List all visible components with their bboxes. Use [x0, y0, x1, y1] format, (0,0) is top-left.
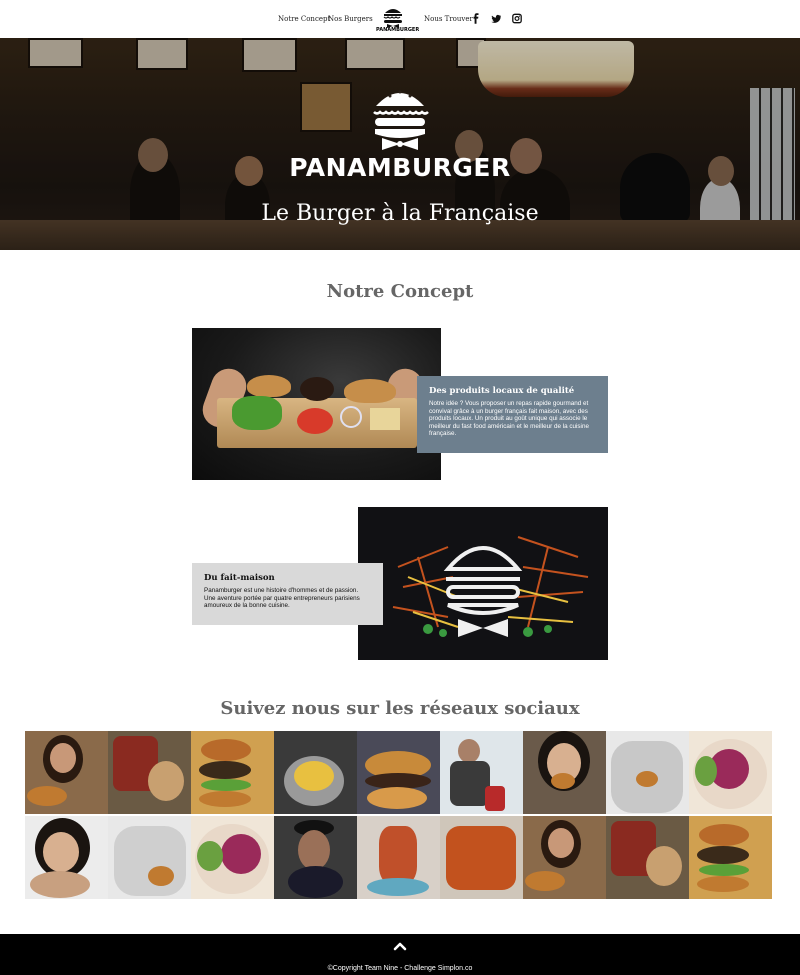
- social-photo-tile[interactable]: [108, 816, 191, 899]
- scroll-to-top-chevron-up-icon[interactable]: [393, 941, 407, 951]
- hero-banner: PANAMBURGER Le Burger à la Française: [0, 38, 800, 250]
- social-photo-tile[interactable]: [606, 816, 689, 899]
- social-photo-tile[interactable]: [606, 731, 689, 814]
- hero-brand-name: PANAMBURGER: [289, 153, 511, 182]
- nav-link-nous-trouver[interactable]: Nous Trouver: [424, 15, 473, 23]
- copyright-text: ©Copyright Team Nine - Challenge Simplon…: [327, 965, 473, 972]
- hero-tagline: Le Burger à la Française: [261, 201, 539, 226]
- social-photo-tile[interactable]: [440, 816, 523, 899]
- social-photo-tile[interactable]: [25, 731, 108, 814]
- facebook-icon[interactable]: [471, 13, 481, 24]
- concept-section-title: Notre Concept: [326, 281, 474, 302]
- concept-box-text: Panamburger est une histoire d'hommes et…: [204, 587, 360, 610]
- social-photo-tile[interactable]: [440, 731, 523, 814]
- concept-box-homemade: Du fait-maison Panamburger est une histo…: [192, 563, 383, 625]
- concept-box-text: Notre idée ? Vous proposer un repas rapi…: [429, 400, 589, 438]
- hero-burger-logo-icon: [373, 90, 429, 150]
- nav-logo-text: PANAMBURGER: [376, 27, 420, 33]
- local-products-photo: [192, 328, 441, 480]
- social-photo-tile[interactable]: [523, 816, 606, 899]
- social-photo-tile[interactable]: [191, 816, 274, 899]
- social-photo-tile[interactable]: [25, 816, 108, 899]
- instagram-photo-grid: [25, 731, 775, 899]
- top-navbar: Notre Concept Nos Burgers PANAMBURGER No…: [0, 0, 800, 38]
- concept-box-local-products: Des produits locaux de qualité Notre idé…: [417, 376, 608, 453]
- twitter-icon[interactable]: [491, 13, 501, 24]
- nav-link-nos-burgers[interactable]: Nos Burgers: [328, 15, 373, 23]
- social-photo-tile[interactable]: [689, 731, 772, 814]
- social-photo-tile[interactable]: [274, 816, 357, 899]
- social-photo-tile[interactable]: [108, 731, 191, 814]
- social-photo-tile[interactable]: [274, 731, 357, 814]
- instagram-icon[interactable]: [512, 13, 522, 24]
- concept-box-title: Du fait-maison: [204, 573, 275, 583]
- concept-box-title: Des produits locaux de qualité: [429, 386, 575, 396]
- nav-link-notre-concept[interactable]: Notre Concept: [278, 15, 330, 23]
- social-photo-tile[interactable]: [191, 731, 274, 814]
- homemade-burger-photo: [358, 507, 608, 660]
- social-photo-tile[interactable]: [357, 731, 440, 814]
- social-photo-tile[interactable]: [689, 816, 772, 899]
- social-section-title: Suivez nous sur les réseaux sociaux: [220, 698, 580, 719]
- social-photo-tile[interactable]: [523, 731, 606, 814]
- social-photo-tile[interactable]: [357, 816, 440, 899]
